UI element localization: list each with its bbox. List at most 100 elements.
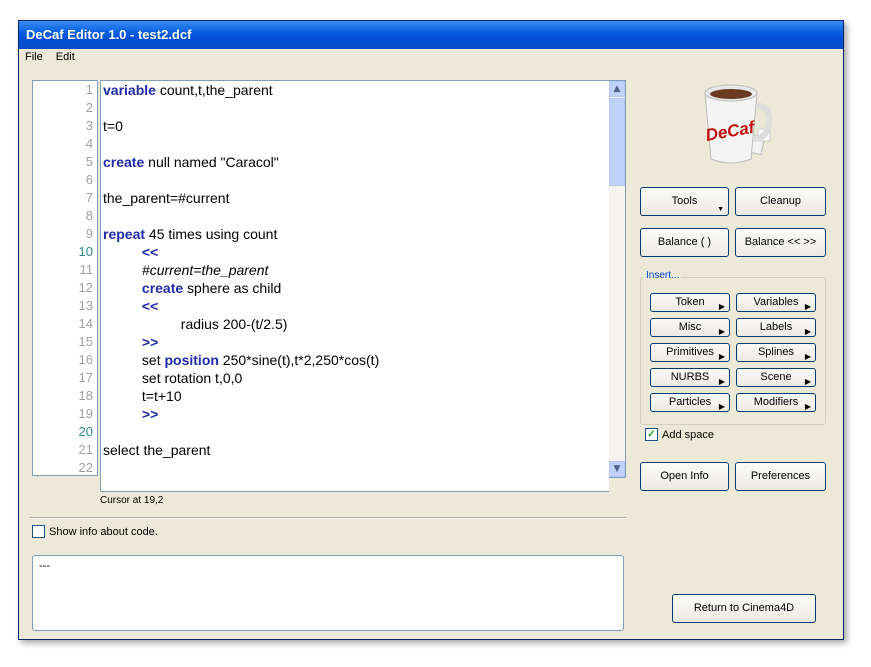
code-token: 250*sine(t),t*2,250*cos(t) (218, 352, 380, 368)
balance-angle-button[interactable]: Balance << >> (735, 228, 826, 257)
menu-file[interactable]: File (19, 49, 47, 63)
code-line: create sphere as child (101, 279, 609, 297)
menu-edit[interactable]: Edit (50, 49, 79, 63)
submenu-arrow-icon: ▶ (718, 302, 725, 311)
info-text-area[interactable]: --- (32, 555, 624, 631)
submenu-arrow-icon: ▶ (718, 327, 725, 336)
line-number: 6 (85, 172, 93, 187)
insert-primitives-button[interactable]: Primitives ▶ (650, 343, 730, 362)
insert-nurbs-button[interactable]: NURBS ▶ (650, 368, 730, 387)
insert-particles-button[interactable]: Particles ▶ (650, 393, 730, 412)
submenu-arrow-icon: ▶ (804, 327, 811, 336)
code-token: t=t+10 (141, 388, 182, 404)
main-window: DeCaf Editor 1.0 - test2.dcf File Edit 1… (18, 20, 844, 640)
balance-paren-button[interactable]: Balance ( ) (640, 228, 729, 257)
tools-button[interactable]: Tools ▼ (640, 187, 729, 216)
code-editor[interactable]: variable count,t,the_parent t=0 create nul… (100, 80, 609, 492)
insert-token-button[interactable]: Token ▶ (650, 293, 730, 312)
code-token: t=0 (103, 118, 123, 134)
code-line: set rotation t,0,0 (101, 369, 609, 387)
code-line: << (101, 297, 609, 315)
code-line: radius 200-(t/2.5) (101, 315, 609, 333)
line-number: 15 (78, 334, 93, 349)
code-token: set (141, 352, 165, 368)
preferences-button[interactable]: Preferences (735, 462, 826, 491)
code-line: repeat 45 times using count (101, 225, 609, 243)
line-number: 4 (85, 136, 93, 151)
code-keyword: repeat (103, 226, 146, 242)
submenu-arrow-icon: ▶ (804, 302, 811, 311)
line-number: 19 (78, 406, 93, 421)
code-line: >> (101, 405, 609, 423)
insert-button-label: NURBS (670, 371, 710, 383)
line-number: 9 (85, 226, 93, 241)
cleanup-button[interactable]: Cleanup (735, 187, 826, 216)
insert-button-label: Splines (757, 346, 795, 358)
insert-group-title: Insert... (644, 270, 682, 281)
code-token: count,t,the_parent (155, 82, 273, 98)
line-number: 18 (78, 388, 93, 403)
code-keyword: << (141, 244, 159, 260)
insert-splines-button[interactable]: Splines ▶ (736, 343, 816, 362)
menu-bar: File Edit (19, 49, 843, 67)
submenu-arrow-icon: ▶ (718, 377, 725, 386)
line-number: 8 (85, 208, 93, 223)
code-line: select the_parent (101, 441, 609, 459)
code-token: null named "Caracol" (144, 154, 279, 170)
show-info-label: Show info about code. (49, 525, 158, 538)
insert-variables-button[interactable]: Variables ▶ (736, 293, 816, 312)
separator (30, 517, 626, 519)
code-line: create null named "Caracol" (101, 153, 609, 171)
code-keyword: << (141, 298, 159, 314)
code-token: radius 200-(t/2.5) (180, 316, 288, 332)
code-line: #current=the_parent (101, 261, 609, 279)
line-number: 11 (79, 262, 94, 277)
editor-scrollbar[interactable]: ▲ ▼ (609, 80, 626, 478)
line-number: 10 (78, 244, 93, 259)
open-info-button[interactable]: Open Info (640, 462, 729, 491)
code-line: the_parent=#current (101, 189, 609, 207)
return-to-cinema4d-button[interactable]: Return to Cinema4D (672, 594, 816, 623)
submenu-arrow-icon: ▶ (804, 377, 811, 386)
line-number: 7 (85, 190, 93, 205)
coffee-mug-logo-icon: DeCaf (704, 84, 773, 164)
line-number: 3 (85, 118, 93, 133)
add-space-label: Add space (662, 428, 714, 441)
insert-modifiers-button[interactable]: Modifiers ▶ (736, 393, 816, 412)
code-keyword: position (164, 352, 219, 368)
add-space-row[interactable]: ✓ Add space (645, 428, 714, 441)
code-keyword: >> (141, 334, 159, 350)
add-space-checkbox[interactable]: ✓ (645, 428, 658, 441)
insert-button-label: Variables (753, 296, 799, 308)
show-info-row[interactable]: Show info about code. (32, 525, 158, 538)
insert-button-label: Labels (759, 321, 793, 333)
show-info-checkbox[interactable] (32, 525, 45, 538)
code-token: 45 times using count (145, 226, 278, 242)
insert-button-label: Modifiers (753, 396, 799, 408)
insert-labels-button[interactable]: Labels ▶ (736, 318, 816, 337)
line-number: 2 (85, 100, 93, 115)
scroll-down-arrow-icon[interactable]: ▼ (609, 461, 625, 477)
scroll-up-arrow-icon[interactable]: ▲ (609, 81, 625, 97)
code-token: sphere as child (183, 280, 282, 296)
line-number: 20 (78, 424, 93, 439)
insert-misc-button[interactable]: Misc ▶ (650, 318, 730, 337)
code-keyword: create (141, 280, 184, 296)
submenu-arrow-icon: ▶ (718, 352, 725, 361)
tools-label: Tools (671, 195, 698, 207)
line-number: 1 (85, 82, 93, 97)
scroll-thumb[interactable] (609, 98, 625, 186)
code-line: >> (101, 333, 609, 351)
insert-scene-button[interactable]: Scene ▶ (736, 368, 816, 387)
code-line: t=t+10 (101, 387, 609, 405)
